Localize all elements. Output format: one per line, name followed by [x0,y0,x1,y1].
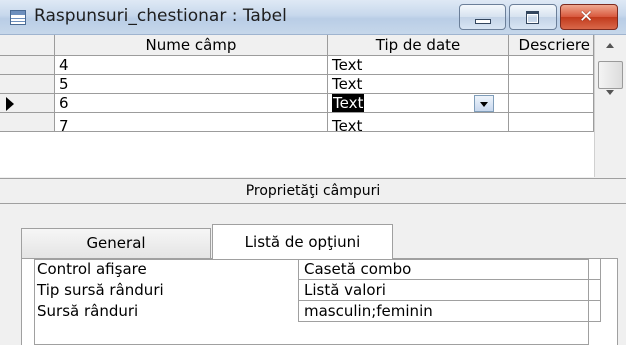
scroll-thumb[interactable] [598,61,623,89]
description-cell[interactable] [509,75,594,94]
tab-general[interactable]: General [21,228,211,258]
minimize-icon [475,19,491,24]
table-design-window: Raspunsuri_chestionar : Tabel ✕ Nume câm… [0,0,626,345]
current-record-icon [6,97,14,111]
tab-lookup[interactable]: Listă de opţiuni [212,224,393,259]
table-icon [10,10,26,25]
close-button[interactable]: ✕ [560,4,618,30]
row-selector[interactable] [0,56,55,75]
column-header-data-type[interactable]: Tip de date [328,35,509,56]
field-name-cell[interactable]: 5 [55,75,328,94]
property-value[interactable]: Listă valori [298,280,601,301]
field-properties-panel: General Listă de opţiuni Control afişare… [0,204,626,345]
data-type-selected-value: Text [332,94,365,112]
row-selector[interactable] [0,113,55,132]
description-cell[interactable] [509,113,594,132]
column-header-field-name[interactable]: Nume câmp [55,35,328,56]
data-type-combo[interactable]: Text [328,94,509,113]
property-row: Tip sursă rânduri Listă valori [34,280,619,301]
minimize-button[interactable] [459,4,506,30]
maximize-button[interactable] [509,4,557,30]
maximize-icon [526,11,539,24]
data-type-cell[interactable]: Text [328,75,509,94]
description-cell[interactable] [509,94,594,113]
property-label: Sursă rânduri [37,302,139,320]
column-header-description[interactable]: Descriere [509,35,594,56]
property-label: Tip sursă rânduri [37,281,164,299]
title-bar[interactable]: Raspunsuri_chestionar : Tabel ✕ [0,0,626,35]
grid-corner [0,35,55,56]
row-selector-current[interactable] [0,94,55,113]
lookup-properties-sheet: Control afişare Casetă combo Tip sursă r… [21,258,618,345]
field-properties-title: Proprietăţi câmpuri [0,178,626,204]
close-icon: ✕ [579,7,594,27]
field-name-cell[interactable]: 7 [55,113,328,132]
description-cell[interactable] [509,56,594,75]
window-title: Raspunsuri_chestionar : Tabel [34,6,287,26]
property-value[interactable]: masculin;feminin [298,301,601,322]
property-row: Sursă rânduri masculin;feminin [34,301,619,322]
data-type-cell[interactable]: Text [328,113,509,132]
row-selector[interactable] [0,75,55,94]
field-name-cell[interactable]: 6 [55,94,328,113]
property-label: Control afişare [37,260,147,278]
vertical-scrollbar[interactable] [594,35,626,177]
property-row: Control afişare Casetă combo [34,259,619,280]
scroll-down-icon[interactable] [606,90,614,95]
property-value[interactable]: Casetă combo [298,259,601,280]
field-grid: Nume câmp Tip de date Descriere 4 Text 5… [0,35,626,177]
scroll-up-icon[interactable] [606,43,614,48]
data-type-cell[interactable]: Text [328,56,509,75]
field-name-cell[interactable]: 4 [55,56,328,75]
dropdown-arrow-icon[interactable] [474,95,494,112]
